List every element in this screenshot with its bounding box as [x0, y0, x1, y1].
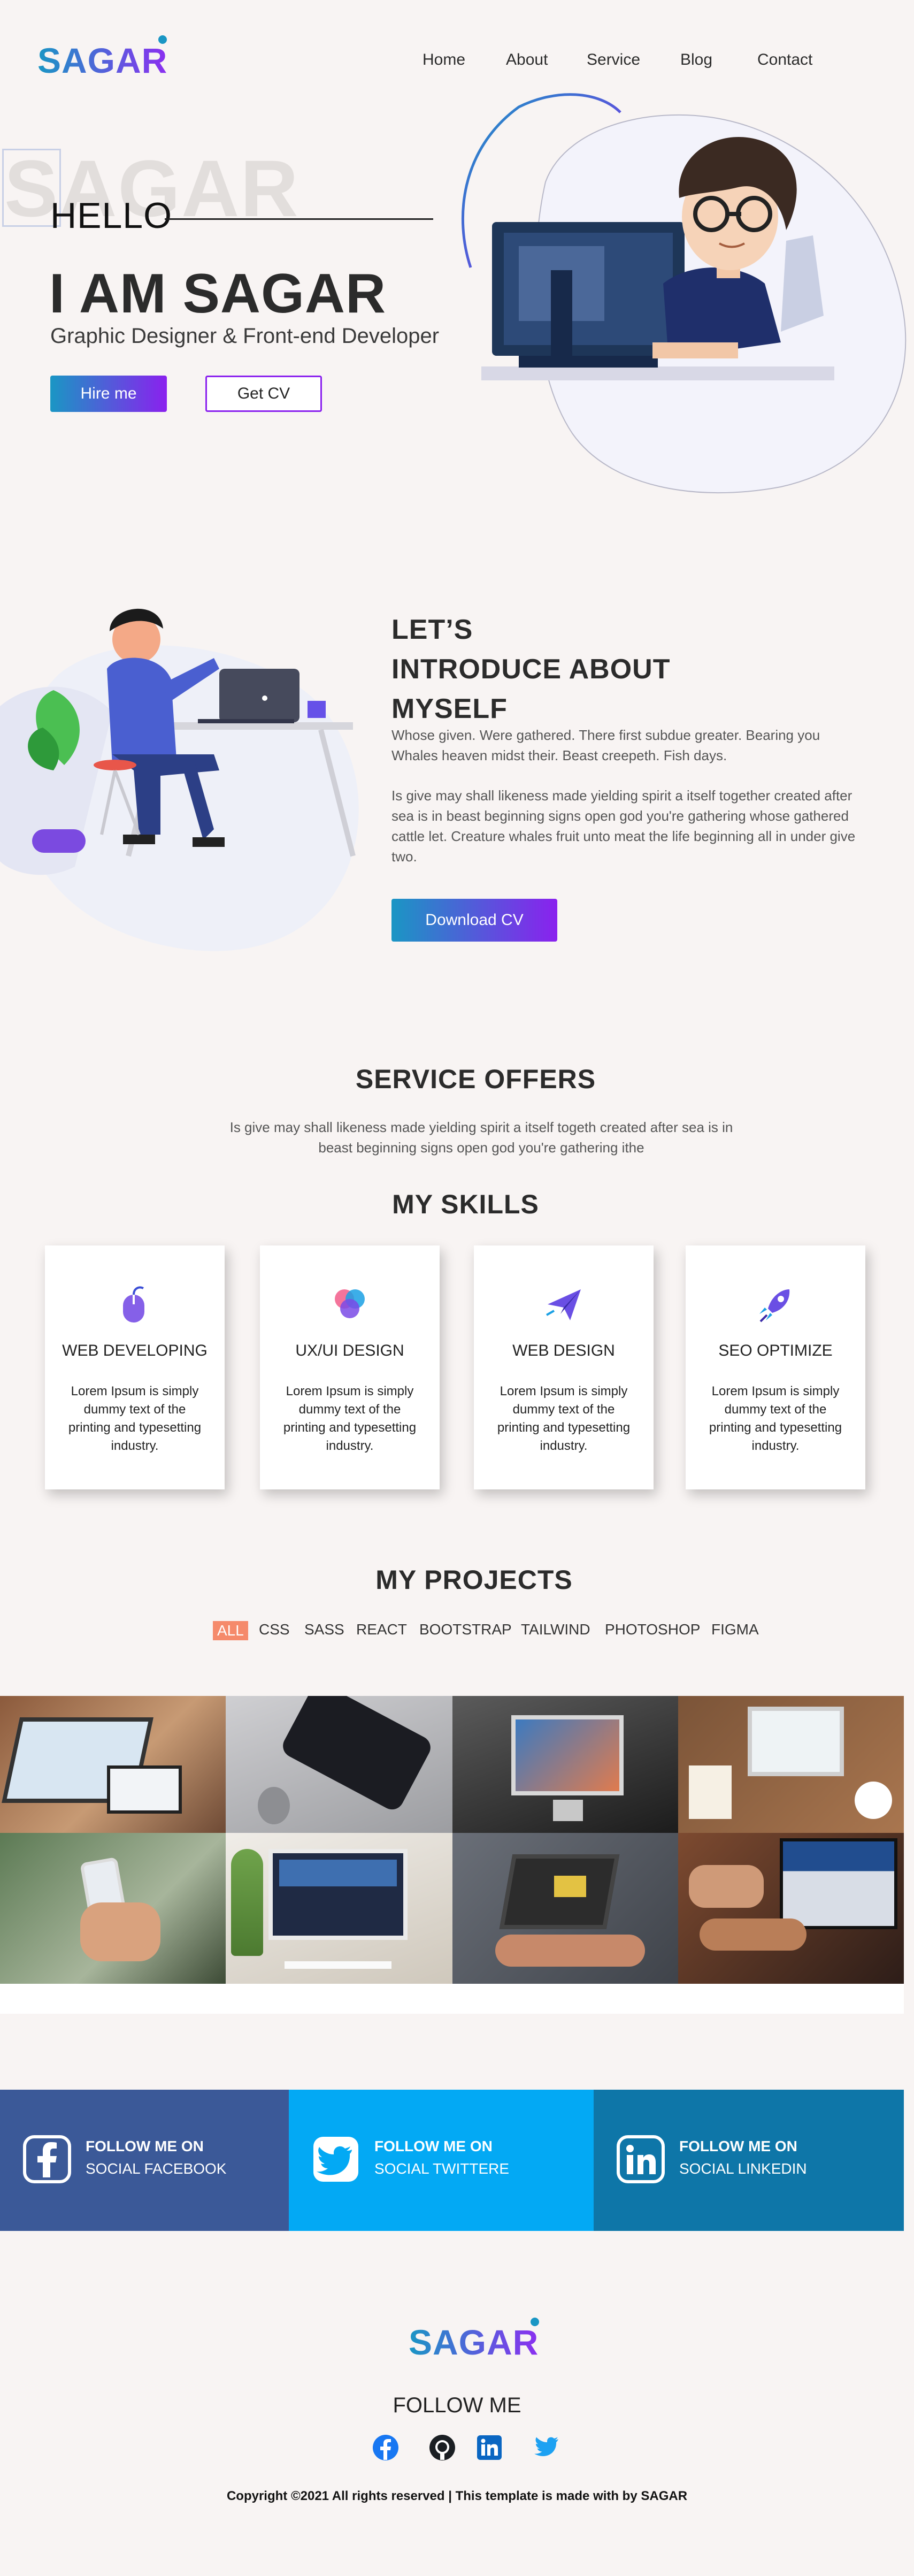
download-cv-button[interactable]: Download CV	[391, 899, 557, 942]
skill-card-desc: Lorem Ipsum is simply dummy text of the …	[497, 1384, 631, 1453]
facebook-icon	[23, 2135, 71, 2183]
filter-figma[interactable]: FIGMA	[711, 1621, 759, 1638]
filter-css[interactable]: CSS	[259, 1621, 290, 1638]
services-title: SERVICE OFFERS	[355, 1064, 596, 1094]
skill-card-title: UX/UI DESIGN	[295, 1342, 404, 1359]
footer-copyright: Copyright ©2021 All rights reserved | Th…	[226, 2489, 688, 2503]
project-thumbnail-hand-phone[interactable]	[0, 1833, 226, 1984]
filter-all[interactable]: ALL	[213, 1621, 248, 1640]
social-linkedin-block[interactable]: FOLLOW ME ON SOCIAL LINKEDIN	[594, 2090, 904, 2231]
hire-me-button[interactable]: Hire me	[50, 376, 167, 412]
linkedin-icon	[617, 2135, 665, 2183]
twitter-icon[interactable]	[532, 2436, 558, 2459]
filter-sass[interactable]: SASS	[304, 1621, 344, 1638]
project-filters: ALL CSS SASS REACT BOOTSTRAP TAILWIND PH…	[0, 1621, 914, 1642]
github-icon[interactable]	[429, 2434, 456, 2461]
skill-card-desc: Lorem Ipsum is simply dummy text of the …	[709, 1384, 842, 1453]
about-title-line-3: MYSELF	[391, 693, 508, 724]
skill-card-title: SEO OPTIMIZE	[718, 1342, 833, 1359]
about-title: LET’S INTRODUCE ABOUT MYSELF	[391, 610, 766, 729]
main-nav: Home About Service Blog Contact	[0, 51, 914, 72]
nav-service[interactable]: Service	[587, 51, 640, 69]
project-thumbnail-imac-bw[interactable]	[452, 1696, 678, 1833]
project-thumbnail-laptop-desk[interactable]	[0, 1696, 226, 1833]
skill-card-title: WEB DEVELOPING	[62, 1342, 208, 1359]
social-linkedin-label: SOCIAL LINKEDIN	[679, 2160, 807, 2177]
services-subtitle: Is give may shall likeness made yielding…	[229, 1119, 733, 1156]
social-twitter-heading: FOLLOW ME ON	[374, 2138, 493, 2154]
hero-headline: I AM SAGAR	[49, 263, 387, 325]
about-illustration	[0, 608, 359, 951]
social-twitter-block[interactable]: FOLLOW ME ON SOCIAL TWITTERE	[289, 2090, 594, 2231]
twitter-icon	[313, 2137, 358, 2182]
about-paragraph-2: Is give may shall likeness made yielding…	[391, 788, 856, 865]
footer-logo-dot	[531, 2318, 539, 2326]
skill-card-web-developing[interactable]: WEB DEVELOPING Lorem Ipsum is simply dum…	[45, 1245, 225, 1489]
skill-card-uxui-design[interactable]: UX/UI DESIGN Lorem Ipsum is simply dummy…	[260, 1245, 440, 1489]
social-twitter-label: SOCIAL TWITTERE	[374, 2160, 510, 2177]
nav-blog[interactable]: Blog	[680, 51, 712, 69]
social-facebook-block[interactable]: FOLLOW ME ON SOCIAL FACEBOOK	[0, 2090, 289, 2231]
skill-card-title: WEB DESIGN	[512, 1342, 615, 1359]
footer-social-icons	[0, 2434, 914, 2462]
skill-card-seo-optimize[interactable]: SEO OPTIMIZE Lorem Ipsum is simply dummy…	[686, 1245, 865, 1489]
hero-subtitle: Graphic Designer & Front-end Developer	[50, 324, 440, 348]
social-strip: FOLLOW ME ON SOCIAL FACEBOOK FOLLOW ME O…	[0, 2090, 904, 2231]
social-facebook-label: SOCIAL FACEBOOK	[86, 2160, 227, 2177]
facebook-icon[interactable]	[372, 2434, 399, 2461]
gallery-bottom-strip	[0, 1984, 904, 2014]
about-title-line-1: LET’S	[391, 614, 473, 645]
skills-title: MY SKILLS	[392, 1189, 539, 1219]
about-paragraph-1: Whose given. Were gathered. There first …	[391, 727, 820, 763]
nav-about[interactable]: About	[506, 51, 548, 69]
project-thumbnail-imac-plant[interactable]	[226, 1833, 452, 1984]
project-gallery	[0, 1696, 904, 1984]
color-circles-icon	[335, 1289, 365, 1318]
social-facebook-heading: FOLLOW ME ON	[86, 2138, 204, 2154]
mouse-icon	[123, 1286, 144, 1323]
logo-dot	[158, 35, 167, 44]
filter-bootstrap[interactable]: BOOTSTRAP	[419, 1621, 512, 1638]
linkedin-icon[interactable]	[477, 2435, 502, 2460]
footer-follow-title: FOLLOW ME	[393, 2394, 521, 2417]
hero-hello-line	[165, 218, 433, 220]
skill-card-web-design[interactable]: WEB DESIGN Lorem Ipsum is simply dummy t…	[474, 1245, 654, 1489]
filter-tailwind[interactable]: TAILWIND	[521, 1621, 590, 1638]
filter-react[interactable]: REACT	[356, 1621, 407, 1638]
get-cv-button[interactable]: Get CV	[205, 376, 322, 412]
social-linkedin-heading: FOLLOW ME ON	[679, 2138, 797, 2154]
paper-plane-icon	[546, 1289, 581, 1320]
skill-card-desc: Lorem Ipsum is simply dummy text of the …	[68, 1384, 202, 1453]
project-thumbnail-laptop-website[interactable]	[678, 1833, 904, 1984]
project-thumbnail-phone[interactable]	[226, 1696, 452, 1833]
skill-card-desc: Lorem Ipsum is simply dummy text of the …	[283, 1384, 417, 1453]
nav-contact[interactable]: Contact	[757, 51, 812, 69]
hero-hello: HELLO	[50, 195, 172, 236]
footer-logo[interactable]: SAGAR	[409, 2322, 539, 2363]
hero-illustration	[461, 93, 907, 494]
project-thumbnail-workspace[interactable]	[678, 1696, 904, 1833]
nav-home[interactable]: Home	[423, 51, 465, 69]
rocket-icon	[759, 1289, 790, 1323]
projects-title: MY PROJECTS	[375, 1565, 573, 1595]
filter-photoshop[interactable]: PHOTOSHOP	[605, 1621, 700, 1638]
about-title-line-2: INTRODUCE ABOUT	[391, 654, 671, 685]
project-thumbnail-tablet-typing[interactable]	[452, 1833, 678, 1984]
